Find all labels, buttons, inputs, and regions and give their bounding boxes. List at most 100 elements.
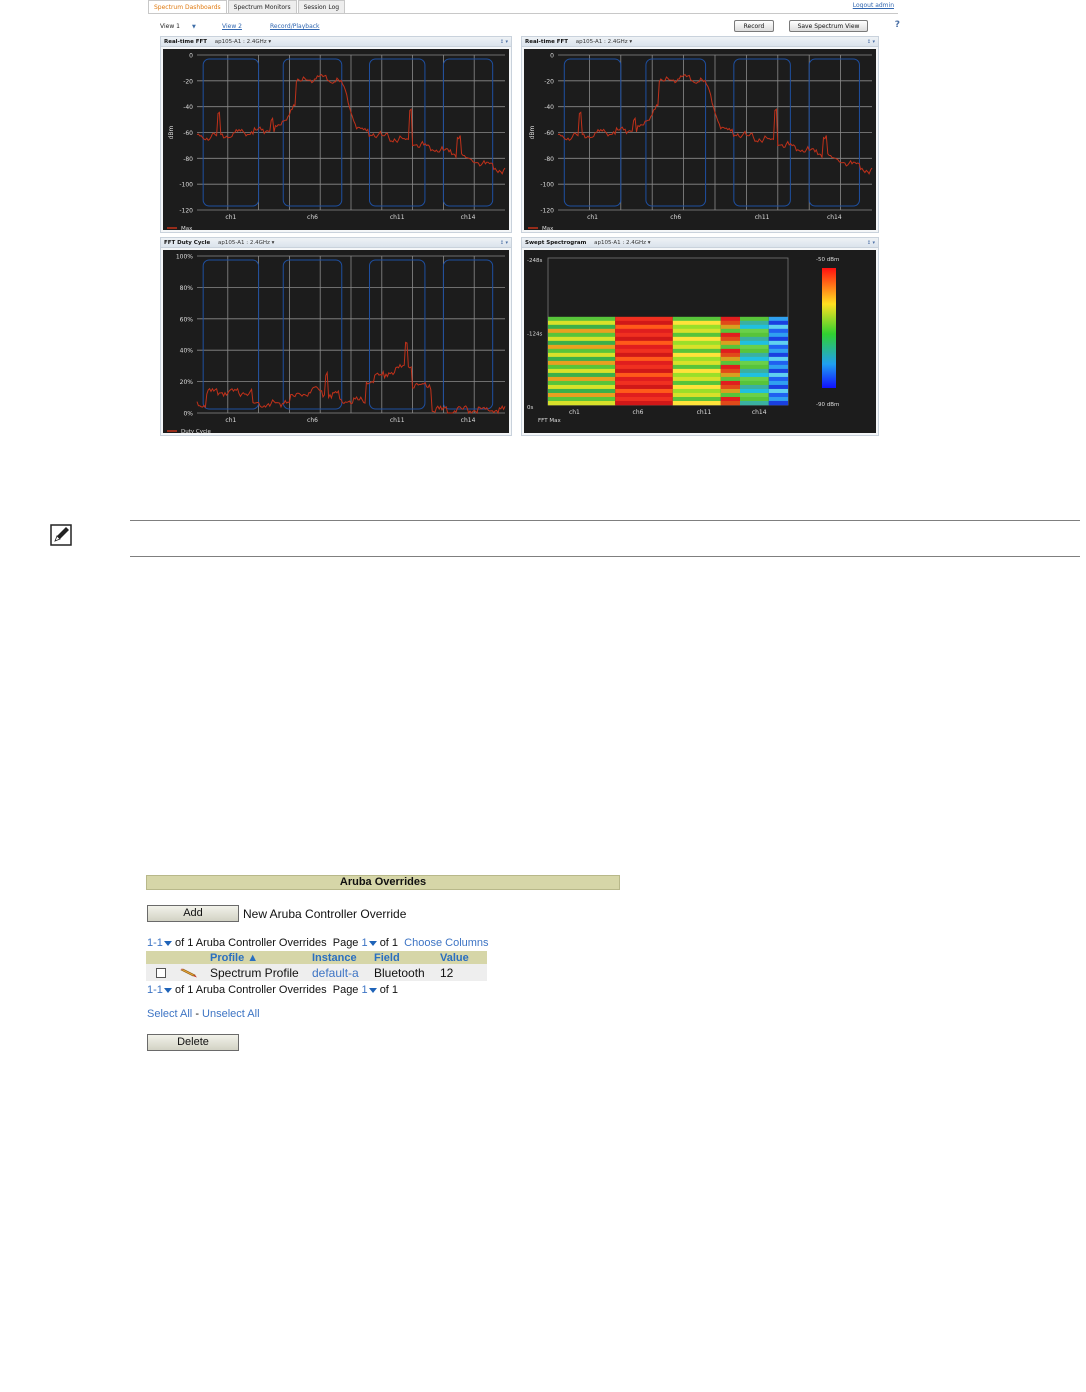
heat-cell: [615, 392, 673, 398]
save-spectrum-view-button[interactable]: Save Spectrum View: [789, 20, 868, 32]
panel-source-select[interactable]: ap105-A1 : 2.4GHz ▾: [218, 240, 274, 246]
chevron-down-icon[interactable]: [368, 987, 377, 993]
column-header-instance[interactable]: Instance: [308, 951, 370, 964]
pager-range-select[interactable]: 1-1: [147, 937, 163, 949]
heat-cell: [548, 336, 616, 342]
legend-label: Duty Cycle: [181, 429, 212, 435]
heat-cell: [768, 364, 788, 370]
y-tick-label: 0: [189, 53, 193, 60]
row-checkbox[interactable]: [156, 967, 166, 978]
heat-cell: [768, 320, 788, 326]
chevron-down-icon: ▼: [191, 24, 196, 30]
heat-cell: [615, 332, 673, 338]
chevron-down-icon[interactable]: [368, 940, 377, 946]
record-playback-link[interactable]: Record/Playback: [270, 23, 320, 30]
table-row: Spectrum Profile default-a Bluetooth 12: [146, 964, 487, 981]
pencil-edit-icon[interactable]: [180, 967, 198, 979]
panel-controls-icon[interactable]: ↕ ▾: [500, 39, 508, 45]
panel-controls-icon[interactable]: ↕ ▾: [867, 39, 875, 45]
panel-source-select[interactable]: ap105-A1 : 2.4GHz ▾: [215, 39, 271, 45]
column-header-value[interactable]: Value: [436, 951, 487, 964]
legend-label: FFT Max: [538, 418, 561, 424]
x-tick-label: ch11: [697, 409, 712, 416]
x-tick-label: ch14: [461, 214, 476, 221]
heat-cell: [740, 364, 769, 370]
overrides-table: Profile ▲ Instance Field Value Spectrum …: [146, 951, 487, 981]
x-tick-label: ch11: [390, 214, 405, 221]
panel-title: Real-time FFT: [164, 39, 208, 45]
column-header-profile[interactable]: Profile ▲: [206, 951, 308, 964]
pager-top: 1-1 of 1 Aruba Controller Overrides Page…: [147, 937, 489, 949]
heat-cell: [672, 320, 721, 326]
chevron-down-icon[interactable]: [163, 940, 172, 946]
heat-cell: [672, 332, 721, 338]
column-header-field[interactable]: Field: [370, 951, 436, 964]
record-button[interactable]: Record: [734, 20, 774, 32]
panel-controls-icon[interactable]: ↕ ▾: [500, 240, 508, 246]
duty-cycle-chart: 100% 80% 60% 40% 20% 0% ch1 ch6 ch11 ch14 Duty Cyc…: [167, 254, 506, 435]
y-tick-label: 40%: [180, 348, 194, 355]
tab-session-log[interactable]: Session Log: [297, 0, 346, 13]
select-all-link[interactable]: Select All: [147, 1008, 192, 1020]
y-tick-label: 80%: [180, 285, 194, 292]
x-tick-label: ch14: [752, 409, 767, 416]
view-2-link[interactable]: View 2: [222, 23, 242, 30]
heat-cell: [672, 388, 721, 394]
help-icon[interactable]: ?: [895, 20, 900, 30]
heat-cell: [672, 316, 721, 322]
heat-cell: [615, 364, 673, 370]
unselect-all-link[interactable]: Unselect All: [202, 1008, 259, 1020]
heat-cell: [672, 356, 721, 362]
heat-cell: [672, 396, 721, 402]
heat-cell: [740, 316, 769, 322]
add-override-label: New Aruba Controller Override: [243, 907, 407, 921]
x-tick-label: ch11: [390, 417, 405, 424]
heat-cell: [740, 368, 769, 374]
y-tick-label: 0%: [183, 411, 193, 418]
scale-bottom-label: -90 dBm: [816, 402, 839, 408]
x-tick-label: ch6: [670, 214, 681, 221]
cell-instance-link[interactable]: default-a: [308, 964, 370, 981]
tab-spectrum-monitors[interactable]: Spectrum Monitors: [227, 0, 297, 13]
spectrum-dashboard-screenshot: Spectrum Dashboards Spectrum Monitors Se…: [148, 0, 900, 445]
chevron-down-icon[interactable]: [163, 987, 172, 993]
overrides-title: Aruba Overrides: [146, 875, 620, 890]
heat-cell: [720, 380, 740, 386]
cell-profile: Spectrum Profile: [206, 964, 308, 981]
panel-controls-icon[interactable]: ↕ ▾: [867, 240, 875, 246]
add-button[interactable]: Add: [147, 905, 239, 922]
logout-link[interactable]: Logout admin: [853, 2, 894, 9]
pager-text: of 1 Aruba Controller Overrides: [174, 937, 327, 949]
plot-area: -248s -124s 0s ch1 ch6 ch11 ch14 -50 dBm -90 dBm…: [524, 250, 876, 433]
heat-cell: [615, 348, 673, 354]
panel-source-select[interactable]: ap105-A1 : 2.4GHz ▾: [576, 39, 632, 45]
heat-cell: [548, 320, 616, 326]
view-select[interactable]: View 1 ▼: [160, 23, 196, 30]
heat-cell: [615, 360, 673, 366]
tab-bar: Spectrum Dashboards Spectrum Monitors Se…: [148, 0, 346, 13]
delete-button[interactable]: Delete: [147, 1034, 239, 1051]
heat-cell: [615, 368, 673, 374]
heat-cell: [548, 340, 616, 346]
heat-cell: [720, 364, 740, 370]
tab-spectrum-dashboards[interactable]: Spectrum Dashboards: [148, 0, 227, 13]
pager-range-select[interactable]: 1-1: [147, 984, 163, 996]
heat-cell: [740, 332, 769, 338]
page-number-select[interactable]: 1: [362, 984, 368, 996]
heat-cell: [548, 324, 616, 330]
heat-cell: [740, 336, 769, 342]
panel-header: FFT Duty Cycle ap105-A1 : 2.4GHz ▾ ↕ ▾: [161, 238, 511, 248]
panel-source-select[interactable]: ap105-A1 : 2.4GHz ▾: [594, 240, 650, 246]
heat-cell: [672, 380, 721, 386]
heat-cell: [672, 364, 721, 370]
y-tick-label: -124s: [527, 332, 542, 338]
y-tick-label: -120: [179, 208, 193, 215]
choose-columns-link[interactable]: Choose Columns: [404, 937, 488, 949]
heat-cell: [720, 360, 740, 366]
heat-cell: [768, 336, 788, 342]
heat-cell: [740, 356, 769, 362]
heat-cell: [768, 340, 788, 346]
fft-chart-right: 0 -20 -40 -60 -80 -100 -120 ch1 ch6 ch11 ch14 dBm Ma…: [528, 53, 873, 232]
page-number-select[interactable]: 1: [362, 937, 368, 949]
dashboard-toolbar: View 1 ▼ View 2 Record/Playback Record Sa…: [148, 18, 900, 34]
